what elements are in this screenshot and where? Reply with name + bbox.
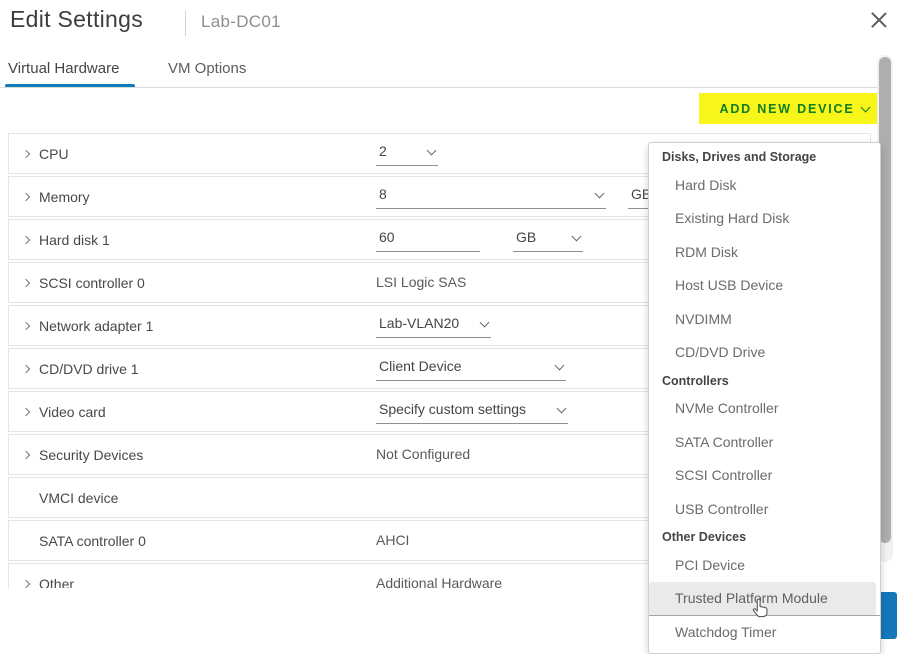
disk-unit-value: GB bbox=[516, 229, 536, 245]
chevron-down-icon bbox=[557, 404, 567, 414]
add-device-menu: Disks, Drives and Storage Hard Disk Exis… bbox=[648, 142, 881, 654]
device-label: VMCI device bbox=[39, 490, 118, 506]
vm-name: Lab-DC01 bbox=[201, 12, 281, 32]
menu-item-rdm-disk[interactable]: RDM Disk bbox=[649, 236, 880, 270]
disk-unit-select[interactable]: GB bbox=[513, 229, 583, 252]
menu-item-nvdimm[interactable]: NVDIMM bbox=[649, 303, 880, 337]
expand-chevron-icon[interactable] bbox=[22, 580, 30, 588]
chevron-down-icon bbox=[480, 318, 490, 328]
device-label: Video card bbox=[39, 404, 106, 420]
device-label: Network adapter 1 bbox=[39, 318, 153, 334]
device-label: CD/DVD drive 1 bbox=[39, 361, 139, 377]
chevron-down-icon bbox=[595, 189, 605, 199]
menu-item-sata-controller[interactable]: SATA Controller bbox=[649, 426, 880, 460]
expand-chevron-icon[interactable] bbox=[22, 236, 30, 244]
cddvd-mode-select[interactable]: Client Device bbox=[376, 358, 566, 381]
expand-chevron-icon[interactable] bbox=[22, 279, 30, 287]
disk-size-input[interactable]: 60 bbox=[376, 229, 480, 252]
menu-section-header-other-devices: Other Devices bbox=[649, 526, 880, 549]
chevron-down-icon bbox=[427, 146, 437, 156]
device-label: SCSI controller 0 bbox=[39, 275, 145, 291]
expand-chevron-icon[interactable] bbox=[22, 408, 30, 416]
menu-item-pci-device[interactable]: PCI Device bbox=[649, 549, 880, 583]
device-label: Security Devices bbox=[39, 447, 143, 463]
device-label: CPU bbox=[39, 146, 69, 162]
videocard-mode-select[interactable]: Specify custom settings bbox=[376, 401, 568, 424]
network-portgroup-value: Lab-VLAN20 bbox=[379, 315, 459, 331]
device-value: AHCI bbox=[376, 530, 409, 548]
tab-virtual-hardware[interactable]: Virtual Hardware bbox=[8, 60, 119, 77]
expand-chevron-icon[interactable] bbox=[22, 150, 30, 158]
add-new-device-label: ADD NEW DEVICE bbox=[720, 102, 855, 116]
memory-size-value: 8 bbox=[379, 186, 387, 202]
device-value: LSI Logic SAS bbox=[376, 272, 466, 290]
device-label: SATA controller 0 bbox=[39, 533, 146, 549]
edit-settings-dialog: Edit Settings Lab-DC01 Virtual Hardware … bbox=[0, 0, 900, 654]
device-value: Not Configured bbox=[376, 444, 470, 462]
memory-size-combobox[interactable]: 8 bbox=[376, 186, 606, 209]
menu-item-nvme-controller[interactable]: NVMe Controller bbox=[649, 392, 880, 426]
device-label: Other bbox=[39, 576, 74, 588]
menu-item-trusted-platform-module[interactable]: Trusted Platform Module bbox=[649, 582, 876, 616]
cpu-count-select[interactable]: 2 bbox=[376, 143, 438, 166]
chevron-down-icon bbox=[572, 232, 582, 242]
menu-section-header-disks: Disks, Drives and Storage bbox=[649, 146, 880, 169]
menu-item-cd-dvd-drive[interactable]: CD/DVD Drive bbox=[649, 336, 880, 370]
tabs-divider bbox=[0, 87, 893, 88]
chevron-down-icon bbox=[861, 102, 871, 112]
expand-chevron-icon[interactable] bbox=[22, 322, 30, 330]
title-divider bbox=[185, 10, 186, 36]
cddvd-mode-value: Client Device bbox=[379, 358, 461, 374]
expand-chevron-icon[interactable] bbox=[22, 193, 30, 201]
device-value: Additional Hardware bbox=[376, 573, 502, 588]
expand-chevron-icon[interactable] bbox=[22, 451, 30, 459]
disk-size-value: 60 bbox=[379, 229, 395, 245]
expand-chevron-icon[interactable] bbox=[22, 365, 30, 373]
videocard-mode-value: Specify custom settings bbox=[379, 401, 526, 417]
menu-item-hard-disk[interactable]: Hard Disk bbox=[649, 169, 880, 203]
menu-item-host-usb-device[interactable]: Host USB Device bbox=[649, 269, 880, 303]
dialog-title: Edit Settings bbox=[10, 6, 143, 33]
network-portgroup-select[interactable]: Lab-VLAN20 bbox=[376, 315, 491, 338]
close-icon[interactable] bbox=[868, 9, 890, 31]
menu-item-existing-hard-disk[interactable]: Existing Hard Disk bbox=[649, 202, 880, 236]
menu-section-header-controllers: Controllers bbox=[649, 370, 880, 393]
cpu-count-value: 2 bbox=[379, 143, 387, 159]
menu-item-usb-controller[interactable]: USB Controller bbox=[649, 493, 880, 527]
chevron-down-icon bbox=[555, 361, 565, 371]
device-label: Memory bbox=[39, 189, 90, 205]
device-label: Hard disk 1 bbox=[39, 232, 110, 248]
menu-item-watchdog-timer[interactable]: Watchdog Timer bbox=[649, 616, 880, 650]
tab-vm-options[interactable]: VM Options bbox=[168, 60, 246, 77]
menu-item-scsi-controller[interactable]: SCSI Controller bbox=[649, 459, 880, 493]
add-new-device-button[interactable]: ADD NEW DEVICE bbox=[699, 93, 890, 124]
